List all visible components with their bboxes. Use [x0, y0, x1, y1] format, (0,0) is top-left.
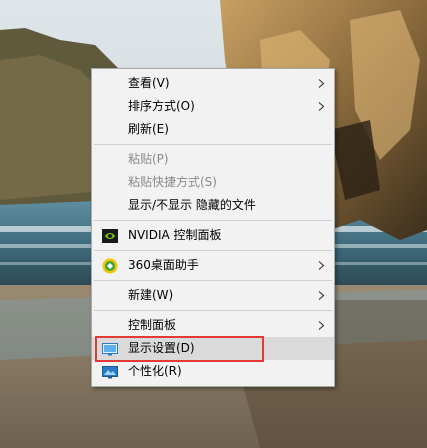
menu-item-refresh[interactable]: 刷新(E) — [92, 118, 334, 141]
menu-item-new[interactable]: 新建(W) — [92, 284, 334, 307]
menu-item-control-panel[interactable]: 控制面板 — [92, 314, 334, 337]
chevron-right-icon — [318, 261, 325, 270]
menu-item-label: 360桌面助手 — [128, 258, 199, 272]
chevron-right-icon — [318, 102, 325, 111]
menu-item-label: 新建(W) — [128, 288, 174, 302]
menu-item-paste: 粘贴(P) — [92, 148, 334, 171]
menu-item-360-desktop-assistant[interactable]: 360桌面助手 — [92, 254, 334, 277]
menu-item-label: 粘贴快捷方式(S) — [128, 175, 217, 189]
menu-item-personalize[interactable]: 个性化(R) — [92, 360, 334, 383]
menu-item-paste-shortcut: 粘贴快捷方式(S) — [92, 171, 334, 194]
annotation-highlight-box — [95, 336, 264, 362]
menu-item-view[interactable]: 查看(V) — [92, 72, 334, 95]
menu-item-label: 显示/不显示 隐藏的文件 — [128, 198, 256, 212]
chevron-right-icon — [318, 79, 325, 88]
menu-item-nvidia-control-panel[interactable]: NVIDIA 控制面板 — [92, 224, 334, 247]
menu-separator — [94, 280, 332, 281]
menu-item-label: 粘贴(P) — [128, 152, 169, 166]
menu-item-label: 查看(V) — [128, 76, 170, 90]
menu-separator — [94, 310, 332, 311]
menu-item-label: 排序方式(O) — [128, 99, 195, 113]
chevron-right-icon — [318, 291, 325, 300]
menu-item-label: 个性化(R) — [128, 364, 182, 378]
personalize-icon — [102, 366, 118, 379]
menu-separator — [94, 250, 332, 251]
menu-item-label: 控制面板 — [128, 318, 177, 332]
menu-item-sort-by[interactable]: 排序方式(O) — [92, 95, 334, 118]
menu-separator — [94, 220, 332, 221]
menu-item-label: 刷新(E) — [128, 122, 169, 136]
nvidia-icon — [102, 229, 118, 243]
360-assistant-icon — [102, 258, 118, 274]
menu-item-label: NVIDIA 控制面板 — [128, 228, 222, 242]
menu-item-toggle-hidden-files[interactable]: 显示/不显示 隐藏的文件 — [92, 194, 334, 217]
chevron-right-icon — [318, 321, 325, 330]
menu-separator — [94, 144, 332, 145]
